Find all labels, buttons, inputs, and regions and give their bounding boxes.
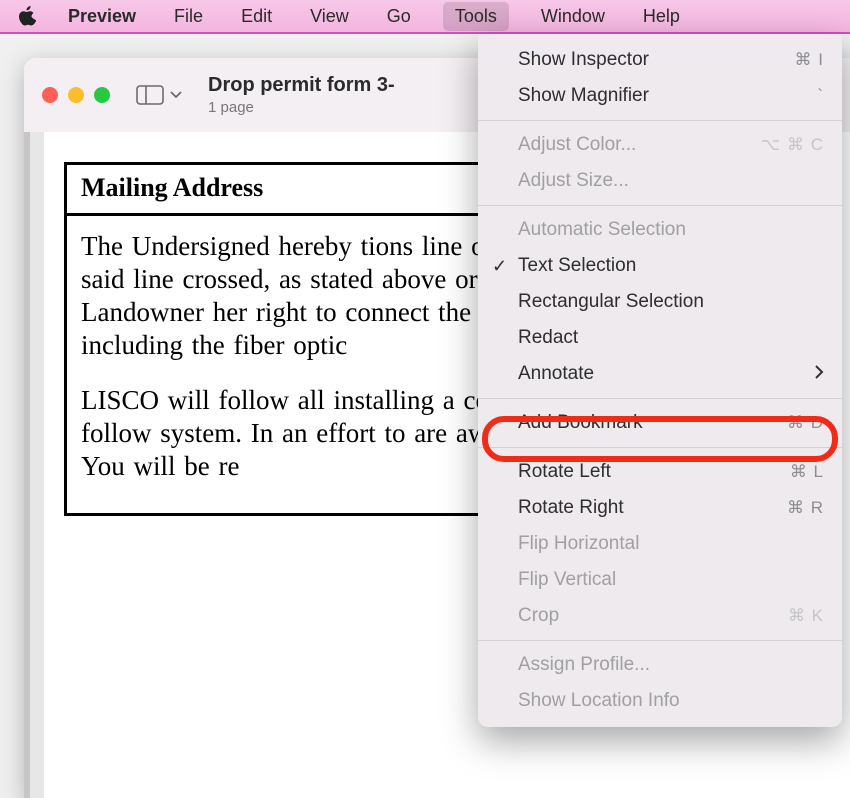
close-button[interactable] [42,87,58,103]
check-icon: ✓ [492,256,507,277]
chevron-down-icon [170,90,182,100]
menu-show-inspector[interactable]: Show Inspector ⌘ I [478,42,842,78]
menu-file[interactable]: File [168,2,209,31]
menu-item-label: Assign Profile... [518,654,824,676]
document-subtitle: 1 page [208,99,395,116]
menu-item-label: Show Inspector [518,49,795,71]
menu-rotate-right[interactable]: Rotate Right ⌘ R [478,490,842,526]
menu-item-label: Rectangular Selection [518,291,824,313]
menu-text-selection[interactable]: ✓ Text Selection [478,248,842,284]
menu-item-shortcut: ⌘ K [788,606,824,626]
menu-item-label: Text Selection [518,255,824,277]
menu-item-label: Rotate Right [518,497,787,519]
menu-redact[interactable]: Redact [478,320,842,356]
menu-help[interactable]: Help [637,2,686,31]
menu-assign-profile: Assign Profile... [478,647,842,683]
traffic-lights [42,87,110,103]
zoom-button[interactable] [94,87,110,103]
tools-dropdown: Show Inspector ⌘ I Show Magnifier ` Adju… [478,34,842,727]
menu-adjust-color: Adjust Color... ⌥ ⌘ C [478,127,842,163]
menu-item-label: Adjust Size... [518,170,824,192]
menu-item-shortcut: ⌘ I [795,50,824,70]
menu-item-label: Flip Vertical [518,569,824,591]
menu-rectangular-selection[interactable]: Rectangular Selection [478,284,842,320]
menubar: Preview File Edit View Go Tools Window H… [0,0,850,34]
menu-window[interactable]: Window [535,2,611,31]
menu-crop: Crop ⌘ K [478,598,842,634]
menu-item-label: Show Magnifier [518,85,817,107]
menu-add-bookmark[interactable]: Add Bookmark ⌘ D [478,405,842,441]
menu-separator [478,120,842,121]
menu-adjust-size: Adjust Size... [478,163,842,199]
menu-item-shortcut: ⌘ L [790,462,824,482]
menu-go[interactable]: Go [381,2,417,31]
menu-separator [478,447,842,448]
menu-annotate[interactable]: Annotate [478,356,842,392]
menu-item-label: Flip Horizontal [518,533,824,555]
menu-show-location-info: Show Location Info [478,683,842,719]
menu-item-label: Show Location Info [518,690,824,712]
menu-edit[interactable]: Edit [235,2,278,31]
menu-separator [478,205,842,206]
menu-flip-vertical: Flip Vertical [478,562,842,598]
menu-item-shortcut: ⌥ ⌘ C [761,135,824,155]
menu-rotate-left[interactable]: Rotate Left ⌘ L [478,454,842,490]
minimize-button[interactable] [68,87,84,103]
menu-tools[interactable]: Tools [443,2,509,31]
menu-item-label: Add Bookmark [518,412,787,434]
document-title: Drop permit form 3- [208,74,395,97]
menu-automatic-selection: Automatic Selection [478,212,842,248]
menu-item-label: Automatic Selection [518,219,824,241]
sidebar-toggle-button[interactable] [130,81,188,109]
chevron-right-icon [814,363,824,385]
menu-separator [478,398,842,399]
menu-item-label: Crop [518,605,788,627]
menu-item-label: Redact [518,327,824,349]
apple-logo-icon[interactable] [18,6,36,26]
menu-item-shortcut: ⌘ D [787,413,824,433]
menu-item-label: Annotate [518,363,814,385]
menu-flip-horizontal: Flip Horizontal [478,526,842,562]
menu-item-label: Adjust Color... [518,134,761,156]
menu-separator [478,640,842,641]
menu-view[interactable]: View [304,2,355,31]
title-block: Drop permit form 3- 1 page [208,74,395,116]
menu-item-label: Rotate Left [518,461,790,483]
menu-item-shortcut: ⌘ R [787,498,824,518]
menu-item-shortcut: ` [817,86,824,106]
menu-show-magnifier[interactable]: Show Magnifier ` [478,78,842,114]
app-menu[interactable]: Preview [62,2,142,31]
